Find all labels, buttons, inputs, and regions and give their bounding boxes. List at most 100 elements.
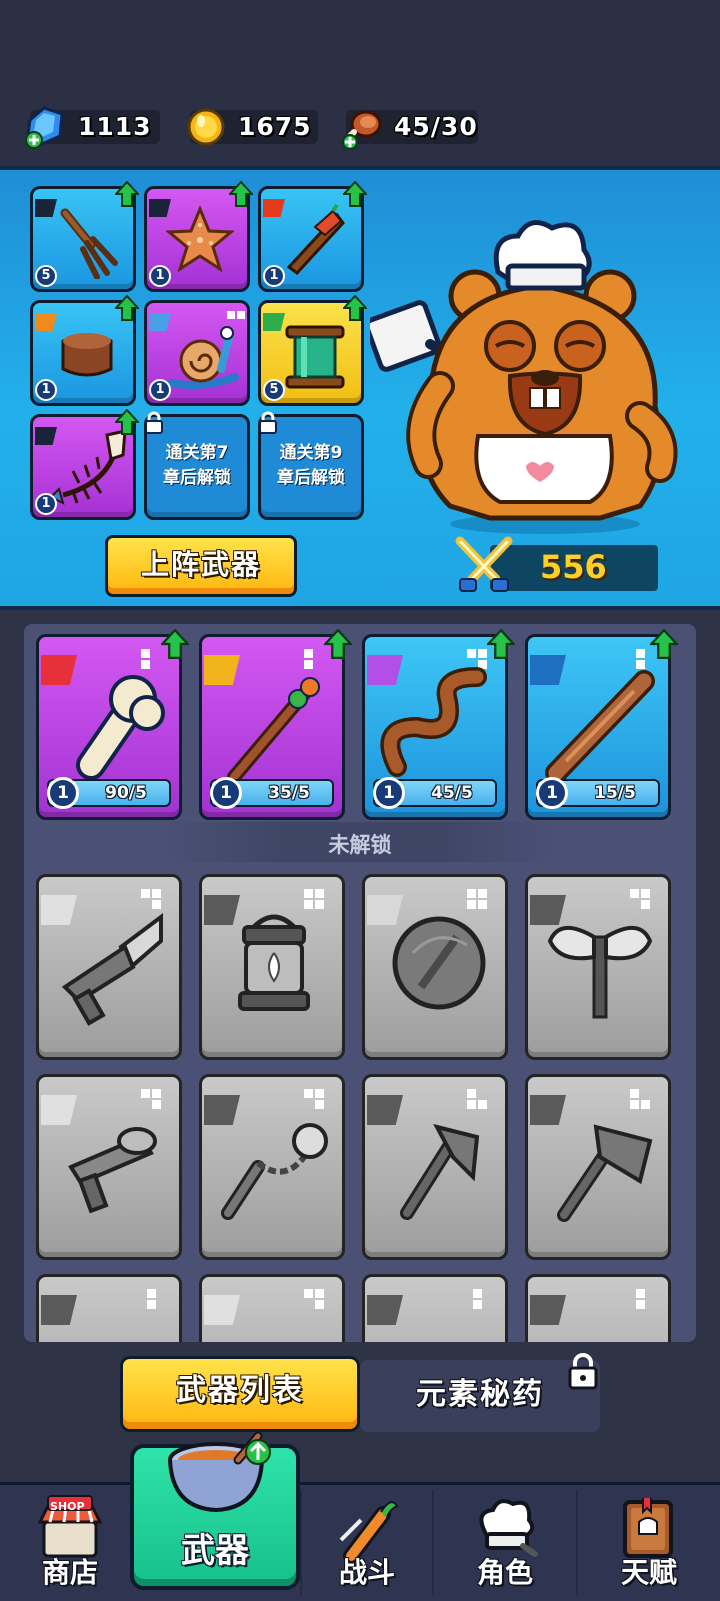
equipped-slot-2[interactable]: 1 [144, 181, 253, 292]
round-shield-icon [392, 916, 486, 1010]
weapon-card-kebab-staff[interactable]: 1 35/5 [199, 629, 352, 820]
double-axe-icon [547, 926, 653, 1019]
knife-icon [286, 203, 345, 276]
lock-icon [259, 411, 277, 434]
equipped-slot-3[interactable]: 1 [258, 181, 367, 292]
weapon-card-double-axe[interactable] [525, 874, 671, 1060]
weapon-card-sausage-whip[interactable]: 1 45/5 [362, 629, 515, 820]
unlock-condition: 通关第9 章后解锁 [261, 441, 361, 491]
wind-element-icon [367, 1295, 403, 1325]
slot-level: 5 [263, 379, 285, 401]
weapon-progress-text: 90/5 [105, 783, 147, 803]
weapon-card-nunchaku[interactable] [199, 1074, 345, 1260]
hatchet-icon [400, 1123, 480, 1220]
rolling-pin-icon [545, 670, 655, 784]
combat-power: 556 [455, 536, 658, 592]
equipped-slot-6[interactable]: 5 [258, 295, 367, 406]
weapon-progress-text: 35/5 [268, 783, 310, 803]
unlock-line-1: 通关第9 [279, 443, 343, 463]
lantern-icon [238, 914, 310, 1011]
nav-weapon[interactable]: 武器 [130, 1431, 300, 1590]
weapon-level: 1 [536, 777, 568, 809]
gems-value: 1113 [78, 112, 152, 141]
stamina-value: 45/30 [394, 112, 478, 141]
wood-block-icon [61, 333, 113, 377]
unlock-line-1: 通关第7 [165, 443, 229, 463]
shape-dots-icon [636, 1289, 645, 1309]
nav-battle[interactable]: 战斗 [302, 1482, 432, 1601]
weapon-list-panel[interactable]: 1 90/5 1 35/5 1 45/5 1 15/5 未解锁 [24, 624, 696, 1342]
nunchaku-icon [221, 1123, 328, 1220]
shape-dots-icon [473, 1289, 482, 1309]
weapon-card-fish-gun[interactable] [36, 1074, 182, 1260]
weapon-card-lantern[interactable] [199, 874, 345, 1060]
nav-shop[interactable]: SHOP 商店 [0, 1482, 140, 1601]
weapon-card-bone[interactable]: 1 90/5 [36, 629, 189, 820]
fish-gun-icon [68, 1127, 157, 1214]
meat-icon [342, 110, 382, 150]
weapon-card-locked-12[interactable] [525, 1274, 671, 1342]
weapon-card-hatchet[interactable] [362, 1074, 508, 1260]
lock-icon [568, 1353, 598, 1390]
equipped-slot-4[interactable]: 1 [30, 295, 139, 406]
weapon-card-cleaver[interactable] [525, 1074, 671, 1260]
weapon-card-locked-9[interactable] [36, 1274, 182, 1342]
cooking-pot-icon [168, 1431, 271, 1513]
starfish-icon [165, 205, 235, 273]
nav-weapon-label: 武器 [181, 1531, 249, 1571]
kebab-staff-icon [227, 677, 320, 784]
sausage-whip-icon [380, 667, 487, 777]
food-element-icon [204, 1295, 240, 1325]
weapon-level: 1 [47, 777, 79, 809]
weapon-card-locked-10[interactable] [199, 1274, 345, 1342]
nav-character[interactable]: 角色 [434, 1482, 576, 1601]
stamina-counter[interactable]: 45/30 [342, 110, 478, 150]
upgrade-arrow-icon [229, 181, 253, 207]
cleaver-icon [557, 1124, 653, 1222]
locked-slot-1[interactable]: 通关第7 章后解锁 [144, 411, 250, 520]
unlock-condition: 通关第7 章后解锁 [147, 441, 247, 491]
fish-bone-icon [49, 429, 127, 505]
weapon-card-locked-11[interactable] [362, 1274, 508, 1342]
deploy-weapons-button[interactable]: 上阵武器 [105, 535, 297, 597]
unlock-line-2: 章后解锁 [163, 468, 231, 488]
leaf-element-icon [263, 313, 285, 331]
tab-elixir[interactable]: 元素秘药 [370, 1365, 590, 1425]
crystal-element-icon [530, 1295, 566, 1325]
unlock-line-2: 章后解锁 [277, 468, 345, 488]
bear-chef-character[interactable] [370, 206, 700, 536]
equipped-slot-1[interactable]: 5 [30, 181, 139, 292]
coins-counter[interactable]: 1675 [187, 108, 318, 146]
tab-weapon-list[interactable]: 武器列表 [120, 1356, 360, 1432]
nav-talent[interactable]: 天赋 [578, 1482, 720, 1601]
gem-icon [25, 106, 64, 149]
upgrade-arrow-icon [115, 409, 139, 435]
slot-level: 1 [149, 379, 171, 401]
shape-dots-icon [304, 1289, 324, 1309]
equipped-slot-7[interactable]: 1 [30, 409, 139, 520]
weapon-progress: 1 15/5 [536, 777, 660, 809]
weapon-card-corn-gun[interactable] [36, 874, 182, 1060]
weapon-progress-text: 15/5 [594, 783, 636, 803]
gems-counter[interactable]: 1113 [25, 106, 160, 149]
locked-slot-2[interactable]: 通关第9 章后解锁 [258, 411, 364, 520]
weapon-card-rolling-pin[interactable]: 1 15/5 [525, 629, 678, 820]
shop-sign-text: SHOP [50, 1500, 85, 1513]
upgrade-arrow-icon [487, 629, 515, 659]
coins-value: 1675 [238, 112, 312, 141]
equipped-slot-5[interactable]: 1 [144, 300, 250, 406]
bone-icon [76, 675, 165, 780]
slot-level: 1 [263, 265, 285, 287]
power-value: 556 [540, 548, 607, 586]
lightning-element-icon [41, 1295, 77, 1325]
weapon-level: 1 [210, 777, 242, 809]
fork-icon [60, 208, 118, 279]
weapon-card-round-shield[interactable] [362, 874, 508, 1060]
shield-element-icon [35, 313, 57, 331]
scroll-icon [285, 325, 345, 389]
coin-icon [187, 108, 225, 146]
nav-battle-label: 战斗 [338, 1556, 395, 1589]
nav-talent-label: 天赋 [620, 1556, 677, 1589]
snail-icon [167, 326, 239, 389]
upgrade-arrow-icon [115, 295, 139, 321]
